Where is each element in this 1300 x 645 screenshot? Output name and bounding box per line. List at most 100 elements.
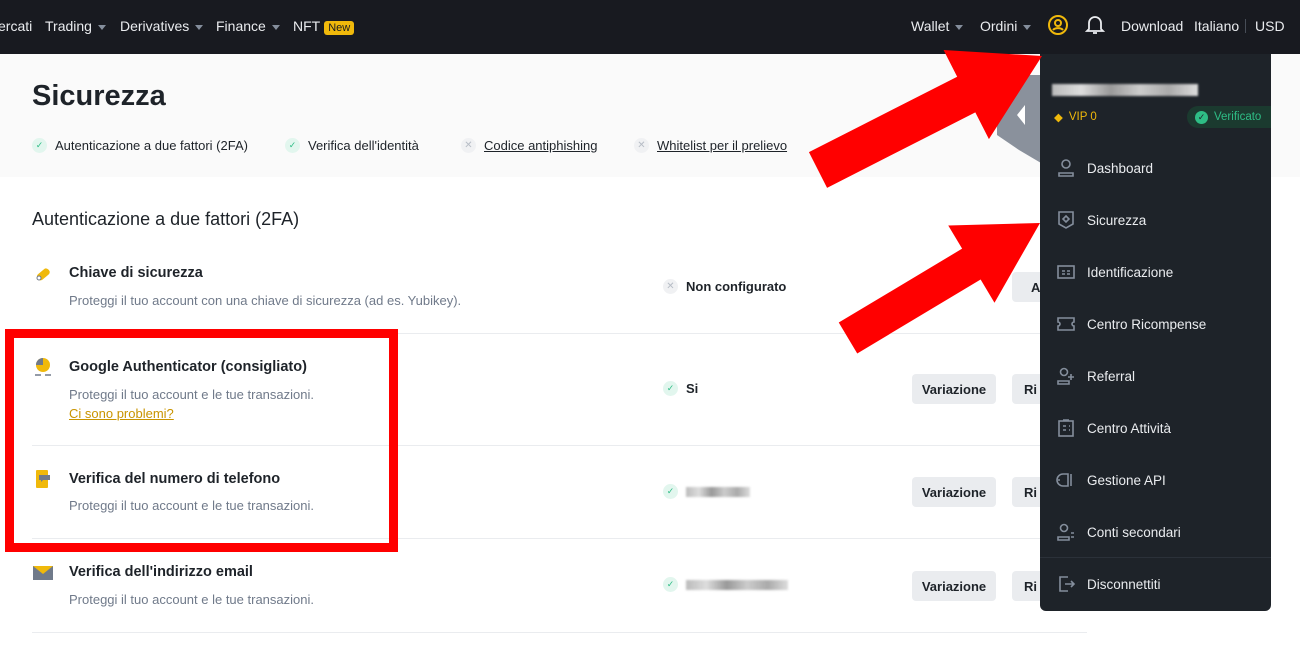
- row-status: ✓: [663, 484, 750, 499]
- currency-selector[interactable]: USD: [1255, 18, 1285, 34]
- nav-label: Derivatives: [120, 18, 190, 34]
- user-plus-icon: [1057, 367, 1074, 385]
- menu-item-label: Dashboard: [1087, 160, 1154, 176]
- menu-item-dashboard[interactable]: Dashboard: [1040, 146, 1271, 190]
- user-icon: [1058, 159, 1074, 177]
- vip-level: ◆ VIP 0: [1054, 110, 1097, 124]
- status-antiphishing[interactable]: ✕ Codice antiphishing: [461, 138, 597, 153]
- page-title: Sicurezza: [32, 80, 166, 112]
- menu-item-centro-ricompense[interactable]: Centro Ricompense: [1040, 302, 1271, 346]
- redacted-email: [1052, 84, 1198, 96]
- check-icon: ✓: [663, 484, 678, 499]
- menu-item-label: Sicurezza: [1087, 212, 1147, 228]
- menu-item-identificazione[interactable]: Identificazione: [1040, 250, 1271, 294]
- status-2fa: ✓ Autenticazione a due fattori (2FA): [32, 138, 248, 153]
- change-button[interactable]: Variazione: [912, 374, 996, 404]
- divider: [32, 632, 1087, 633]
- redacted-phone: [686, 486, 750, 497]
- ticket-icon: [1057, 317, 1075, 331]
- x-icon: ✕: [663, 279, 678, 294]
- row-title: Verifica dell'indirizzo email: [69, 564, 253, 580]
- nav-label: Finance: [216, 18, 266, 34]
- account-icon[interactable]: [1047, 14, 1069, 36]
- logout-icon: [1059, 576, 1076, 592]
- verified-check-icon: ✓: [1195, 110, 1208, 124]
- row-title: Chiave di sicurezza: [69, 265, 203, 281]
- nav-trading[interactable]: Trading: [45, 18, 106, 34]
- status-link[interactable]: Codice antiphishing: [484, 138, 597, 153]
- nav-derivatives[interactable]: Derivatives: [120, 18, 204, 34]
- check-icon: ✓: [663, 577, 678, 592]
- account-dropdown: ◆ VIP 0 ✓ Verificato Dashboard Sicurezza Ide…: [1040, 54, 1271, 611]
- download-link[interactable]: Download: [1121, 18, 1183, 34]
- menu-item-conti-secondari[interactable]: Conti secondari: [1040, 510, 1271, 554]
- caret-down-icon: [195, 24, 204, 30]
- change-button[interactable]: Variazione: [912, 477, 996, 507]
- divider: [32, 445, 1087, 446]
- nav-orders[interactable]: Ordini: [980, 18, 1032, 34]
- bell-icon[interactable]: [1085, 14, 1105, 36]
- status-text: Non configurato: [686, 279, 787, 294]
- menu-item-label: Identificazione: [1087, 264, 1174, 280]
- row-description: Proteggi il tuo account e le tue transaz…: [69, 592, 314, 607]
- x-icon: ✕: [634, 138, 649, 153]
- nav-finance[interactable]: Finance: [216, 18, 280, 34]
- row-status: ✓: [663, 577, 788, 592]
- problems-link[interactable]: Ci sono problemi?: [69, 406, 174, 421]
- divider: [32, 538, 1087, 539]
- status-label: Verifica dell'identità: [308, 138, 419, 153]
- change-button[interactable]: Variazione: [912, 571, 996, 601]
- divider: [1245, 19, 1246, 33]
- caret-down-icon: [1023, 24, 1032, 30]
- divider: [32, 333, 1087, 334]
- nav-label: Trading: [45, 18, 92, 34]
- status-link[interactable]: Whitelist per il prelievo: [657, 138, 787, 153]
- diamond-icon: ◆: [1054, 112, 1063, 124]
- nav-nft[interactable]: NFT New: [293, 18, 355, 35]
- divider: [1040, 557, 1271, 558]
- caret-down-icon: [271, 24, 280, 30]
- menu-item-referral[interactable]: Referral: [1040, 354, 1271, 398]
- redacted-email: [686, 579, 788, 590]
- menu-item-sicurezza[interactable]: Sicurezza: [1040, 198, 1271, 242]
- sub-accounts-icon: [1057, 523, 1074, 541]
- section-title: Autenticazione a due fattori (2FA): [32, 209, 300, 229]
- security-key-icon: [36, 268, 50, 281]
- menu-item-label: Centro Ricompense: [1087, 316, 1207, 332]
- new-badge: New: [324, 21, 355, 35]
- language-selector[interactable]: Italiano: [1194, 18, 1239, 34]
- row-description: Proteggi il tuo account e le tue transaz…: [69, 498, 314, 513]
- menu-item-label: Gestione API: [1087, 472, 1166, 488]
- id-card-icon: [1057, 265, 1075, 279]
- authenticator-icon: [35, 358, 51, 376]
- menu-item-label: Referral: [1087, 368, 1136, 384]
- row-title: Google Authenticator (consigliato): [69, 359, 307, 375]
- nav-label: Wallet: [911, 18, 950, 34]
- nav-markets[interactable]: ercati: [0, 18, 32, 34]
- status-text: Si: [686, 381, 699, 396]
- row-status: ✕ Non configurato: [663, 279, 786, 294]
- check-icon: ✓: [663, 381, 678, 396]
- phone-icon: [36, 470, 50, 488]
- verified-label: Verificato: [1214, 111, 1262, 123]
- row-description: Proteggi il tuo account con una chiave d…: [69, 293, 462, 308]
- menu-item-label: Centro Attività: [1087, 420, 1172, 436]
- nav-wallet[interactable]: Wallet: [911, 18, 964, 34]
- shield-icon: [1058, 211, 1074, 229]
- menu-item-label: Disconnettiti: [1087, 576, 1161, 592]
- row-title: Verifica del numero di telefono: [69, 471, 281, 487]
- api-icon: [1056, 473, 1072, 487]
- x-icon: ✕: [461, 138, 476, 153]
- caret-down-icon: [955, 24, 964, 30]
- status-whitelist[interactable]: ✕ Whitelist per il prelievo: [634, 138, 787, 153]
- menu-item-disconnettiti[interactable]: Disconnettiti: [1040, 562, 1271, 606]
- nav-label: NFT: [293, 18, 321, 34]
- menu-item-label: Conti secondari: [1087, 524, 1181, 540]
- row-status: ✓ Si: [663, 381, 698, 396]
- menu-item-centro-attivit-[interactable]: Centro Attività: [1040, 406, 1271, 450]
- menu-item-gestione-api[interactable]: Gestione API: [1040, 458, 1271, 502]
- check-icon: ✓: [285, 138, 300, 153]
- check-icon: ✓: [32, 138, 47, 153]
- email-icon: [33, 566, 53, 580]
- status-label: Autenticazione a due fattori (2FA): [55, 138, 248, 153]
